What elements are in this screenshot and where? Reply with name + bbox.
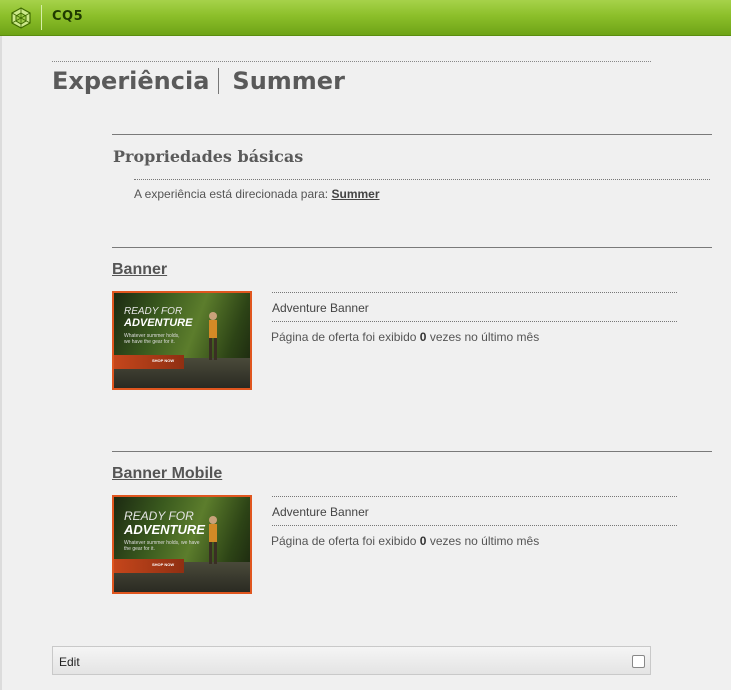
offer-dotted-rule	[272, 321, 677, 322]
offer-stats-suffix: vezes no último mês	[429, 534, 540, 548]
page-title: Experiência Summer	[52, 64, 345, 98]
offer-dotted-rule	[272, 525, 677, 526]
offer-stats-prefix: Página de oferta foi exibido	[271, 330, 417, 344]
target-link[interactable]: Summer	[331, 187, 379, 201]
left-edge-shadow	[0, 36, 2, 690]
thumbnail-cta: SHOP NOW	[152, 562, 175, 567]
brand-name[interactable]: CQ5	[52, 9, 83, 24]
thumbnail-line3: Whatever summer holds, we have the gear …	[124, 333, 180, 345]
offer-stats: Página de oferta foi exibido 0 vezes no …	[271, 534, 539, 548]
title-rule	[52, 61, 651, 62]
page-title-type: Experiência	[52, 67, 210, 95]
offer-stats-suffix: vezes no último mês	[429, 330, 540, 344]
thumbnail-line1: READY FOR	[124, 509, 194, 523]
basic-properties-heading: Propriedades básicas	[113, 147, 304, 166]
thumbnail-line2: ADVENTURE	[124, 522, 205, 537]
offer-stats: Página de oferta foi exibido 0 vezes no …	[271, 330, 539, 344]
offer-thumbnail-banner[interactable]: READY FOR ADVENTURE Whatever summer hold…	[112, 291, 252, 390]
target-prefix: A experiência está direcionada para:	[134, 187, 329, 201]
offer-dotted-rule	[272, 496, 677, 497]
offer-views-count: 0	[419, 534, 427, 548]
edit-label[interactable]: Edit	[59, 655, 80, 669]
hiker-figure-icon	[209, 312, 217, 360]
thumbnail-line2: ADVENTURE	[124, 317, 193, 329]
edit-checkbox[interactable]	[632, 655, 645, 668]
offer-title-banner-mobile[interactable]: Banner Mobile	[112, 465, 222, 483]
title-divider	[218, 68, 220, 94]
target-line: A experiência está direcionada para: Sum…	[134, 187, 380, 201]
thumbnail-cta: SHOP NOW	[152, 358, 175, 363]
offer-title-banner[interactable]: Banner	[112, 261, 167, 279]
offer-dotted-rule	[272, 292, 677, 293]
offer-views-count: 0	[419, 330, 427, 344]
section-dotted-rule	[134, 179, 710, 180]
thumbnail-line1: READY FOR	[124, 306, 183, 317]
offer-name: Adventure Banner	[272, 301, 369, 315]
offer-rule	[112, 451, 712, 452]
thumbnail-line3: Whatever summer holds, we have the gear …	[124, 540, 200, 552]
offer-name: Adventure Banner	[272, 505, 369, 519]
cq5-logo-icon[interactable]	[10, 7, 32, 29]
top-bar: CQ5	[0, 0, 731, 36]
page-title-name: Summer	[232, 67, 345, 95]
section-rule	[112, 134, 712, 135]
topbar-divider	[41, 5, 42, 30]
offer-stats-prefix: Página de oferta foi exibido	[271, 534, 417, 548]
edit-bar[interactable]: Edit	[52, 646, 651, 675]
hiker-figure-icon	[209, 516, 217, 564]
offer-thumbnail-banner-mobile[interactable]: READY FOR ADVENTURE Whatever summer hold…	[112, 495, 252, 594]
offer-rule	[112, 247, 712, 248]
